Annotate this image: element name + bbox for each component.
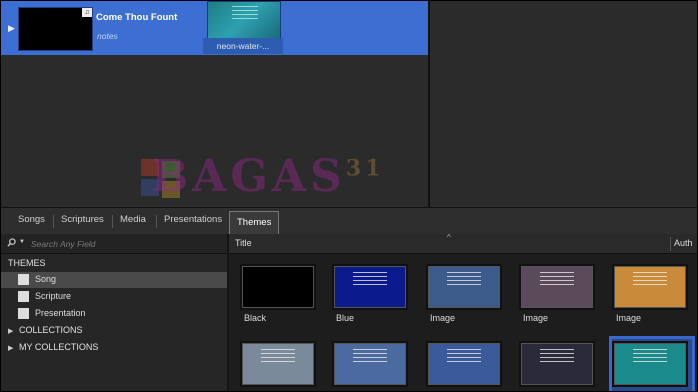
theme-thumbnail-label: Image [616,313,642,323]
item-notes[interactable]: notes [97,31,118,41]
item-thumbnail: ♫ [18,7,93,51]
sidebar-item-label: Scripture [35,291,72,301]
search-bar: ▼ [1,234,227,254]
expand-arrow-icon[interactable]: ▶ [8,23,15,34]
theme-thumbnail[interactable] [334,266,406,308]
my-collections-header[interactable]: MY COLLECTIONS [19,342,98,352]
theme-thumbnail[interactable] [614,266,686,308]
item-theme-label: neon-water-... [203,38,283,54]
themes-grid: Title ^ Auth Black Blue Image Image Image [229,233,697,391]
library-tabs: Songs Scriptures Media Presentations The… [1,207,697,234]
song-type-icon: ♫ [82,8,92,17]
collections-expand-icon[interactable]: ▶ [8,327,13,335]
sidebar-item-presentation[interactable]: Presentation [1,306,227,322]
theme-thumbnail-label: Blue [336,313,355,323]
search-dropdown-icon[interactable]: ▼ [19,239,25,245]
theme-thumbnail-label: Image [523,313,549,323]
sidebar-item-label: Song [35,274,57,284]
app-window: ▶ ♫ Come Thou Fount notes neon-water-...… [0,0,698,392]
theme-thumbnail[interactable] [242,343,314,385]
tab-themes[interactable]: Themes [229,211,280,234]
title-column-header[interactable]: Title [235,238,252,248]
theme-thumbnail[interactable] [521,266,593,308]
themes-section-header: THEMES [8,258,46,268]
tab-scriptures[interactable]: Scriptures [61,214,104,225]
tab-presentations[interactable]: Presentations [164,214,222,225]
item-theme-thumbnail[interactable] [207,1,281,39]
collections-header[interactable]: COLLECTIONS [19,325,83,335]
preview-panel [429,1,697,207]
library-sidebar: ▼ THEMES Song Scripture Presentation ▶ C… [1,234,229,391]
theme-thumbnail[interactable] [428,343,500,385]
theme-thumbnail[interactable] [242,266,314,308]
author-column-header[interactable]: Auth [674,238,693,248]
search-input[interactable] [31,237,211,250]
item-title: Come Thou Fount [96,12,178,23]
theme-thumbnail[interactable] [614,343,686,385]
scripture-theme-icon [18,291,29,302]
theme-thumbnail[interactable] [334,343,406,385]
sidebar-item-label: Presentation [35,308,86,318]
sidebar-item-scripture[interactable]: Scripture [1,289,227,305]
presentation-theme-icon [18,308,29,319]
watermark-text: BAGAS31 [151,151,385,202]
sort-caret-icon: ^ [447,233,451,242]
tab-songs[interactable]: Songs [18,214,45,225]
sidebar-item-song[interactable]: Song [1,272,227,288]
theme-thumbnail-label: Image [430,313,456,323]
theme-thumbnail[interactable] [521,343,593,385]
theme-thumbnail-label: Black [244,313,267,323]
theme-thumbnail[interactable] [428,266,500,308]
column-header: Title ^ Auth [229,233,697,254]
service-item-row[interactable]: ▶ ♫ Come Thou Fount notes neon-water-... [1,1,428,55]
tab-media[interactable]: Media [120,214,146,225]
search-icon[interactable] [7,238,16,247]
song-theme-icon [18,274,29,285]
my-collections-expand-icon[interactable]: ▶ [8,344,13,352]
